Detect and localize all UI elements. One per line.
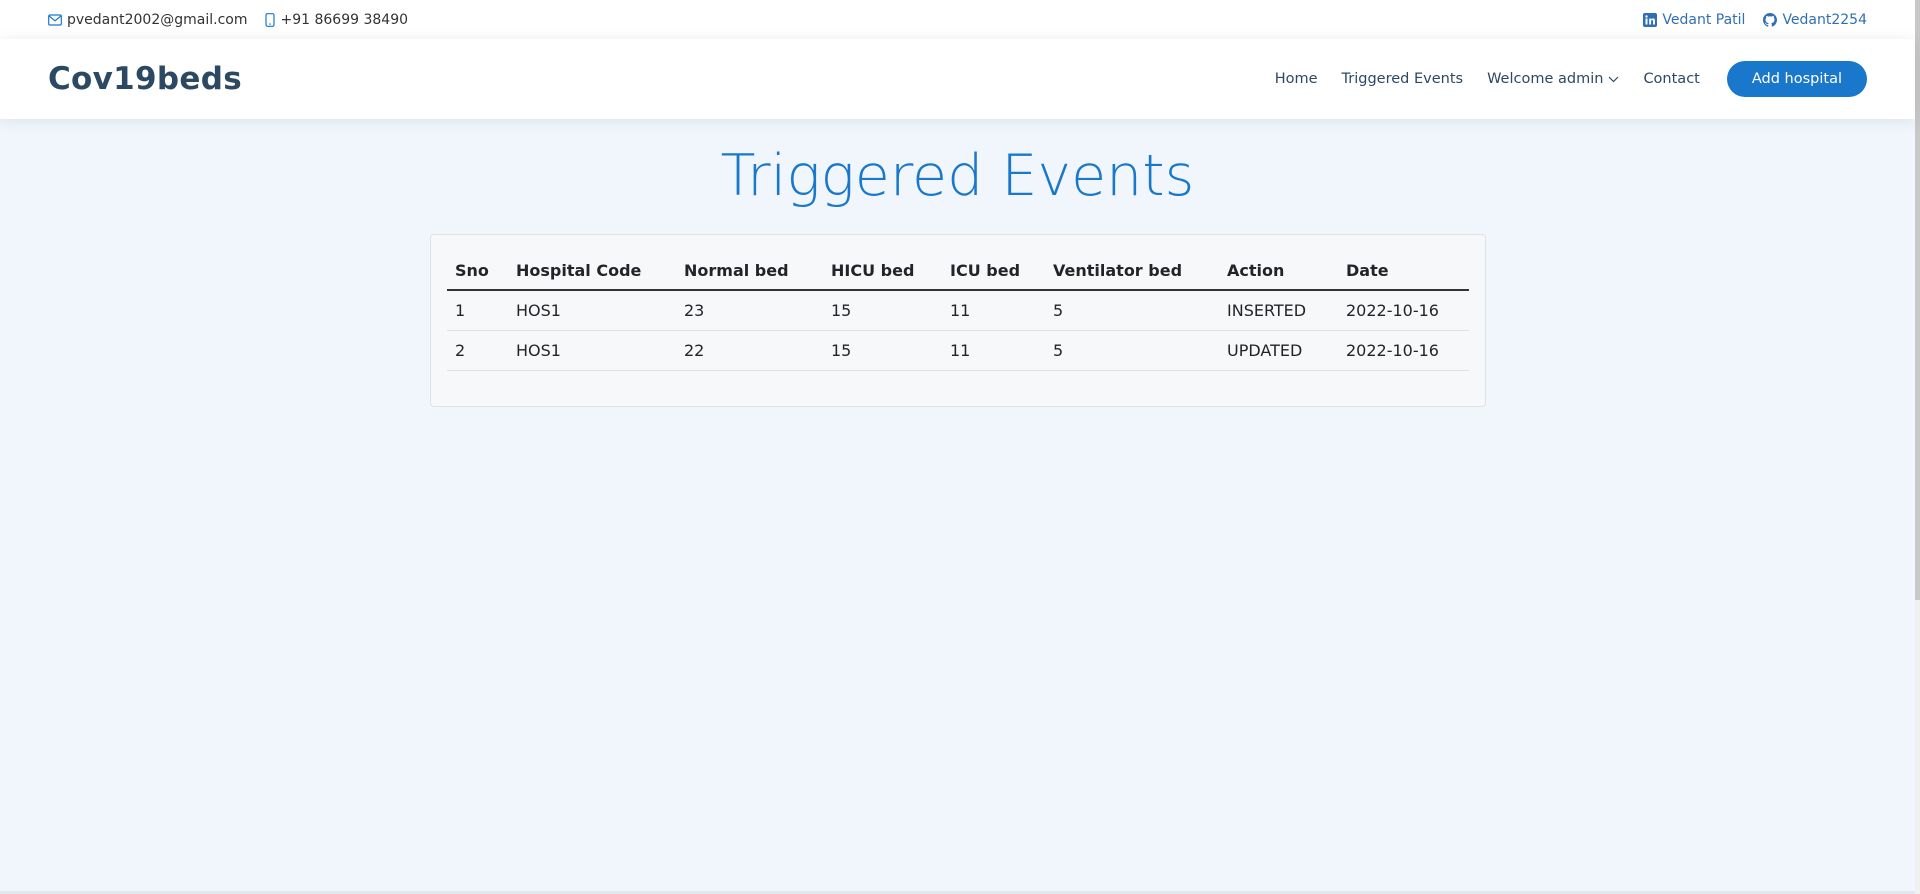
nav-home[interactable]: Home [1275, 71, 1318, 87]
cell-action: UPDATED [1219, 330, 1338, 371]
events-table-card: Sno Hospital Code Normal bed HICU bed IC… [430, 234, 1486, 407]
cell-normal-bed: 22 [676, 330, 823, 371]
linkedin-text: Vedant Patil [1662, 11, 1746, 28]
site-logo[interactable]: Cov19beds [48, 61, 242, 97]
cell-normal-bed: 23 [676, 290, 823, 331]
table-row: 2 HOS1 22 15 11 5 UPDATED 2022-10-16 [447, 330, 1469, 371]
github-link[interactable]: Vedant2254 [1763, 12, 1867, 28]
social-links: Vedant Patil Vedant2254 [1643, 12, 1867, 28]
cell-hicu-bed: 15 [823, 330, 942, 371]
table-header-row: Sno Hospital Code Normal bed HICU bed IC… [447, 251, 1469, 291]
phone-contact[interactable]: +91 86699 38490 [265, 12, 408, 28]
cell-hicu-bed: 15 [823, 290, 942, 331]
cell-icu-bed: 11 [942, 330, 1045, 371]
github-text: Vedant2254 [1782, 11, 1867, 28]
cell-date: 2022-10-16 [1338, 290, 1469, 331]
cell-icu-bed: 11 [942, 290, 1045, 331]
envelope-icon [48, 13, 62, 26]
main-nav: Home Triggered Events Welcome admin Cont… [1251, 61, 1867, 97]
phone-text: +91 86699 38490 [280, 11, 409, 28]
chevron-down-icon [1608, 71, 1619, 87]
nav-welcome-dropdown[interactable]: Welcome admin [1487, 71, 1619, 87]
col-action: Action [1219, 251, 1338, 291]
contact-info: pvedant2002@gmail.com +91 86699 38490 [48, 12, 408, 28]
add-hospital-button[interactable]: Add hospital [1726, 61, 1867, 97]
cell-action: INSERTED [1219, 290, 1338, 331]
cell-ventilator-bed: 5 [1045, 330, 1219, 371]
scrollbar-thumb[interactable] [1915, 0, 1920, 600]
email-text: pvedant2002@gmail.com [67, 11, 248, 28]
linkedin-icon [1643, 12, 1658, 27]
vertical-scrollbar[interactable] [1915, 0, 1920, 894]
email-contact[interactable]: pvedant2002@gmail.com [48, 12, 247, 28]
nav-contact[interactable]: Contact [1643, 71, 1699, 87]
events-table: Sno Hospital Code Normal bed HICU bed IC… [447, 251, 1469, 371]
welcome-label: Welcome admin [1487, 71, 1604, 87]
nav-triggered-events[interactable]: Triggered Events [1342, 71, 1464, 87]
top-contact-bar: pvedant2002@gmail.com +91 86699 38490 Ve… [0, 0, 1915, 39]
cell-hospital-code: HOS1 [508, 290, 676, 331]
linkedin-link[interactable]: Vedant Patil [1643, 12, 1745, 28]
table-row: 1 HOS1 23 15 11 5 INSERTED 2022-10-16 [447, 290, 1469, 331]
cell-ventilator-bed: 5 [1045, 290, 1219, 331]
col-normal-bed: Normal bed [676, 251, 823, 291]
col-date: Date [1338, 251, 1469, 291]
cell-date: 2022-10-16 [1338, 330, 1469, 371]
col-sno: Sno [447, 251, 508, 291]
main-header: Cov19beds Home Triggered Events Welcome … [0, 39, 1915, 119]
phone-icon [265, 12, 276, 27]
col-ventilator-bed: Ventilator bed [1045, 251, 1219, 291]
cell-hospital-code: HOS1 [508, 330, 676, 371]
col-hicu-bed: HICU bed [823, 251, 942, 291]
cell-sno: 1 [447, 290, 508, 331]
col-icu-bed: ICU bed [942, 251, 1045, 291]
cell-sno: 2 [447, 330, 508, 371]
col-hospital-code: Hospital Code [508, 251, 676, 291]
github-icon [1763, 12, 1778, 27]
page-title: Triggered Events [720, 143, 1195, 209]
